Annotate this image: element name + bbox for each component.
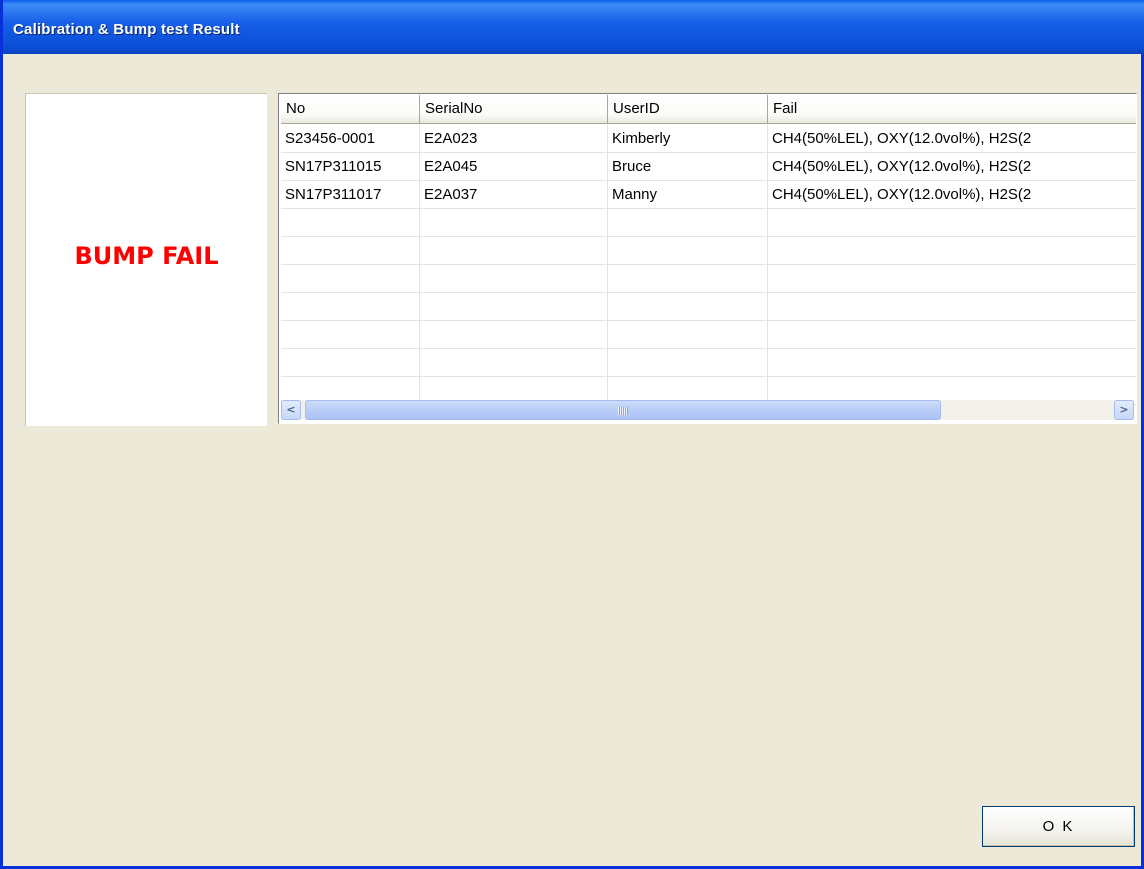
results-grid[interactable]: No SerialNo UserID Fail S23456-0001 E2A02… <box>278 93 1137 424</box>
grid-rows: S23456-0001 E2A023 Kimberly CH4(50%LEL), OX… <box>281 125 1136 405</box>
cell-userid: Bruce <box>608 153 768 180</box>
cell-no <box>281 349 420 376</box>
cell-fail <box>768 349 1136 376</box>
cell-fail <box>768 293 1136 320</box>
cell-serialno <box>420 321 608 348</box>
cell-userid <box>608 321 768 348</box>
cell-no <box>281 293 420 320</box>
cell-serialno <box>420 237 608 264</box>
cell-userid: Kimberly <box>608 125 768 152</box>
cell-no <box>281 237 420 264</box>
grip-icon <box>618 407 628 415</box>
cell-userid <box>608 237 768 264</box>
cell-fail: CH4(50%LEL), OXY(12.0vol%), H2S(2 <box>768 153 1136 180</box>
cell-no: S23456-0001 <box>281 125 420 152</box>
scroll-left-icon[interactable]: < <box>281 400 301 420</box>
cell-no: SN17P311015 <box>281 153 420 180</box>
status-panel: BUMP FAIL <box>25 93 267 426</box>
window-title: Calibration & Bump test Result <box>13 21 240 38</box>
cell-serialno <box>420 349 608 376</box>
table-row[interactable] <box>281 293 1136 321</box>
table-row[interactable] <box>281 265 1136 293</box>
table-row[interactable]: SN17P311017 E2A037 Manny CH4(50%LEL), OXY(1… <box>281 181 1136 209</box>
scroll-right-icon[interactable]: > <box>1114 400 1134 420</box>
table-row[interactable]: S23456-0001 E2A023 Kimberly CH4(50%LEL), OX… <box>281 125 1136 153</box>
cell-no: SN17P311017 <box>281 181 420 208</box>
cell-serialno <box>420 209 608 236</box>
cell-serialno <box>420 293 608 320</box>
table-row[interactable] <box>281 349 1136 377</box>
table-row[interactable] <box>281 209 1136 237</box>
column-header-userid[interactable]: UserID <box>608 95 768 123</box>
column-header-no[interactable]: No <box>281 95 420 123</box>
cell-no <box>281 321 420 348</box>
cell-userid <box>608 209 768 236</box>
cell-no <box>281 265 420 292</box>
cell-userid <box>608 349 768 376</box>
ok-button[interactable]: O K <box>982 806 1135 847</box>
table-row[interactable] <box>281 237 1136 265</box>
cell-fail <box>768 237 1136 264</box>
scroll-thumb[interactable] <box>305 400 941 420</box>
column-header-fail[interactable]: Fail <box>768 95 1136 123</box>
cell-serialno: E2A023 <box>420 125 608 152</box>
title-bar[interactable]: Calibration & Bump test Result <box>3 0 1144 54</box>
dialog-window: Calibration & Bump test Result BUMP FAIL… <box>0 0 1144 869</box>
cell-no <box>281 209 420 236</box>
table-row[interactable]: SN17P311015 E2A045 Bruce CH4(50%LEL), OXY(1… <box>281 153 1136 181</box>
cell-userid <box>608 265 768 292</box>
cell-fail: CH4(50%LEL), OXY(12.0vol%), H2S(2 <box>768 125 1136 152</box>
cell-serialno: E2A037 <box>420 181 608 208</box>
cell-fail <box>768 265 1136 292</box>
status-label: BUMP FAIL <box>74 242 219 270</box>
cell-serialno <box>420 265 608 292</box>
cell-serialno: E2A045 <box>420 153 608 180</box>
cell-userid <box>608 293 768 320</box>
table-row[interactable] <box>281 321 1136 349</box>
horizontal-scrollbar[interactable]: < > <box>281 400 1134 420</box>
grid-header: No SerialNo UserID Fail <box>281 95 1136 124</box>
cell-fail: CH4(50%LEL), OXY(12.0vol%), H2S(2 <box>768 181 1136 208</box>
cell-fail <box>768 209 1136 236</box>
column-header-serialno[interactable]: SerialNo <box>420 95 608 123</box>
cell-fail <box>768 321 1136 348</box>
cell-userid: Manny <box>608 181 768 208</box>
